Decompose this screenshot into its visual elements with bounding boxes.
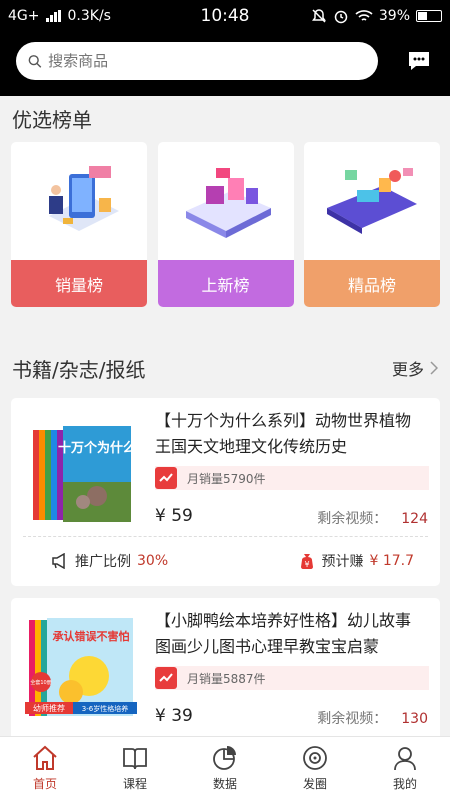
rank-card-sales[interactable]: 销量榜 <box>11 142 147 307</box>
monthly-sales: 月销量5790件 <box>187 471 266 486</box>
ranking-cards: 销量榜 上新榜 精品榜 <box>11 142 440 307</box>
nav-profile[interactable]: 我的 <box>360 737 450 800</box>
remaining-label: 剩余视频： <box>317 711 388 727</box>
remaining-label: 剩余视频： <box>317 511 388 527</box>
nav-data[interactable]: 数据 <box>180 737 270 800</box>
remaining-videos: 剩余视频： 124 <box>317 508 428 528</box>
estimated-earning: ¥ 预计赚 ¥ 17.7 <box>299 551 414 571</box>
ranking-section-title: 优选榜单 <box>12 108 92 132</box>
rank-card-new[interactable]: 上新榜 <box>157 142 294 307</box>
product-cover[interactable]: 承认错误不害怕 全套10册 幼师推荐 3-6岁性格培养 <box>25 612 140 727</box>
status-bar: 4G+ 0.3K/s 10:48 39% <box>0 0 450 32</box>
cover-title: 十万个为什么 <box>58 440 136 456</box>
svg-text:¥: ¥ <box>305 560 310 569</box>
home-icon <box>33 745 57 770</box>
cover-badge: 全套10册 <box>30 679 51 686</box>
promo-label: 推广比例 <box>75 553 131 570</box>
more-link[interactable]: 更多 <box>392 356 438 380</box>
cover-badge: 幼师推荐 <box>33 703 65 713</box>
money-bag-icon: ¥ <box>301 553 314 569</box>
battery-percent: 39% <box>378 8 411 24</box>
product-card[interactable]: 十万个为什么 【十万个为什么系列】动物世界植物王国天文地理文化传统历史 月销量5… <box>11 398 440 586</box>
message-icon <box>409 52 429 70</box>
product-title[interactable]: 【小脚鸭绘本培养好性格】幼儿故事图画少儿图书心理早教宝宝启蒙 <box>155 608 425 660</box>
alarm-icon <box>334 10 348 24</box>
user-icon <box>394 747 416 771</box>
monthly-sales-bar: 月销量5790件 <box>155 466 429 490</box>
product-price: ¥ 59 <box>155 506 193 526</box>
signal-icon <box>45 10 61 22</box>
product-card[interactable]: 承认错误不害怕 全套10册 幼师推荐 3-6岁性格培养 【小脚鸭绘本培养好性格】… <box>11 598 440 748</box>
nav-moments-label: 发圈 <box>302 777 327 791</box>
product-price: ¥ 39 <box>155 706 193 726</box>
nav-courses-label: 课程 <box>122 777 147 791</box>
more-label: 更多 <box>391 360 424 379</box>
nav-home[interactable]: 首页 <box>0 737 90 800</box>
earn-label: 预计赚 <box>321 553 364 570</box>
books-section-title: 书籍/杂志/报纸 <box>12 358 146 382</box>
remaining-value: 130 <box>401 711 428 727</box>
message-button[interactable] <box>404 46 434 76</box>
earn-value: ¥ 17.7 <box>369 552 414 569</box>
cover-title: 承认错误不害怕 <box>53 629 130 643</box>
search-input[interactable] <box>48 52 366 70</box>
wifi-icon <box>355 10 373 21</box>
nav-data-label: 数据 <box>212 777 237 791</box>
rank-card-premium[interactable]: 精品榜 <box>304 142 440 307</box>
nav-courses[interactable]: 课程 <box>90 737 180 800</box>
net-speed: 0.3K/s <box>67 8 111 24</box>
nav-profile-label: 我的 <box>392 777 417 791</box>
remaining-value: 124 <box>401 511 428 527</box>
remaining-videos: 剩余视频： 130 <box>317 708 428 728</box>
chevron-right-icon <box>430 361 438 375</box>
cover-badge: 3-6岁性格培养 <box>82 704 128 713</box>
bottom-nav: 首页 课程 数据 发圈 我的 <box>0 736 450 800</box>
search-bar[interactable] <box>16 42 378 80</box>
battery-icon <box>416 10 443 22</box>
rank-label-premium: 精品榜 <box>304 260 440 307</box>
product-footer: 推广比例 30% ¥ 预计赚 ¥ 17.7 <box>23 536 428 584</box>
camera-circle-icon <box>303 746 327 770</box>
monthly-sales: 月销量5887件 <box>187 671 266 686</box>
rank-label-sales: 销量榜 <box>11 260 147 307</box>
rank-label-new: 上新榜 <box>157 260 294 307</box>
megaphone-icon <box>52 552 65 569</box>
monthly-sales-bar: 月销量5887件 <box>155 666 429 690</box>
search-icon <box>28 54 42 68</box>
new-rank-illustration <box>158 142 294 260</box>
product-cover[interactable]: 十万个为什么 <box>25 412 140 527</box>
promo-ratio: 推广比例 30% <box>51 551 168 571</box>
promo-value: 30% <box>137 552 169 569</box>
product-title[interactable]: 【十万个为什么系列】动物世界植物王国天文地理文化传统历史 <box>155 408 425 460</box>
trend-icon <box>155 467 177 489</box>
book-icon <box>123 748 147 770</box>
clock: 10:48 <box>200 6 250 26</box>
sales-rank-illustration <box>11 142 147 260</box>
pie-chart-icon <box>213 746 236 770</box>
nav-home-label: 首页 <box>32 777 57 791</box>
nav-moments[interactable]: 发圈 <box>270 737 360 800</box>
top-bar: 4G+ 0.3K/s 10:48 39% <box>0 0 450 96</box>
network-indicator: 4G+ <box>8 8 40 24</box>
premium-rank-illustration <box>304 142 440 260</box>
trend-icon <box>155 667 177 689</box>
mute-icon <box>311 9 326 23</box>
